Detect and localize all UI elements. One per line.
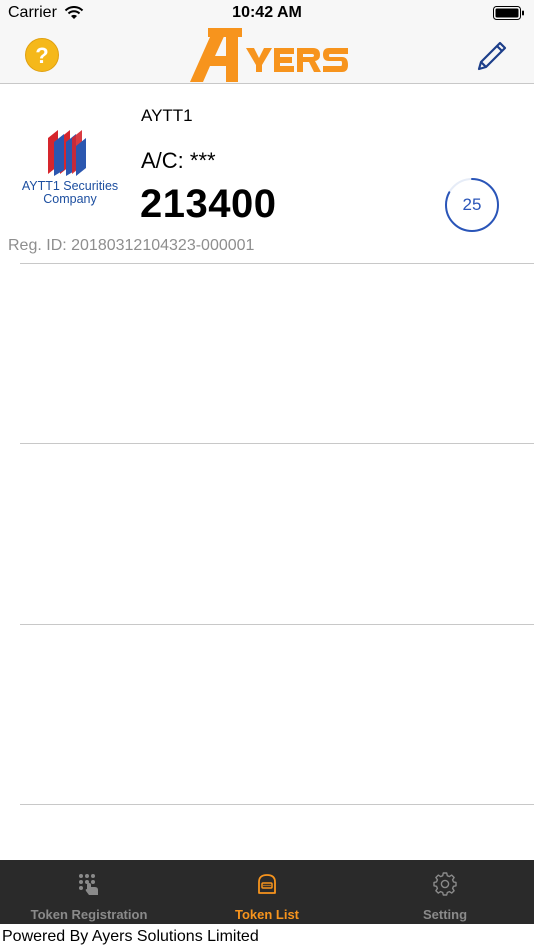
token-code: 213400 <box>140 182 277 226</box>
keypad-touch-icon <box>79 874 98 895</box>
status-bar: Carrier 10:42 AM <box>0 0 534 26</box>
tab-bar: Token Registration Token List Setting <box>0 860 534 924</box>
divider <box>20 443 534 444</box>
pencil-icon[interactable] <box>474 38 510 74</box>
divider <box>20 624 534 625</box>
tab-label: Setting <box>422 907 468 922</box>
registration-id: Reg. ID: 20180312104323-000001 <box>8 237 255 254</box>
token-device-icon <box>258 874 276 894</box>
tab-label: Token Registration <box>30 907 148 922</box>
ayers-logo <box>190 28 348 82</box>
token-card[interactable]: AYTT1 Securities Company AYTT1 A/C: *** … <box>0 84 534 264</box>
divider <box>20 263 534 264</box>
company-name-line2: Company <box>43 192 97 206</box>
tab-label: Token List <box>234 907 300 922</box>
clock: 10:42 AM <box>232 4 302 21</box>
countdown-value: 25 <box>462 195 482 214</box>
gear-icon <box>433 872 457 896</box>
tab-setting[interactable]: Setting <box>356 860 534 924</box>
company-name: AYTT1 Securities Company <box>18 180 122 206</box>
account-number: A/C: *** <box>141 148 216 173</box>
tab-token-list[interactable]: Token List <box>178 860 356 924</box>
battery-icon <box>493 6 524 20</box>
footer-text: Powered By Ayers Solutions Limited <box>2 928 259 945</box>
aytt1-emblem-icon <box>48 130 86 176</box>
nav-bar: ? <box>0 26 534 84</box>
company-logo: AYTT1 Securities Company <box>18 126 122 206</box>
divider <box>20 804 534 805</box>
tab-token-registration[interactable]: Token Registration <box>0 860 178 924</box>
footer: Powered By Ayers Solutions Limited <box>0 926 534 950</box>
help-button[interactable]: ? <box>25 38 59 72</box>
token-name: AYTT1 <box>141 106 193 125</box>
